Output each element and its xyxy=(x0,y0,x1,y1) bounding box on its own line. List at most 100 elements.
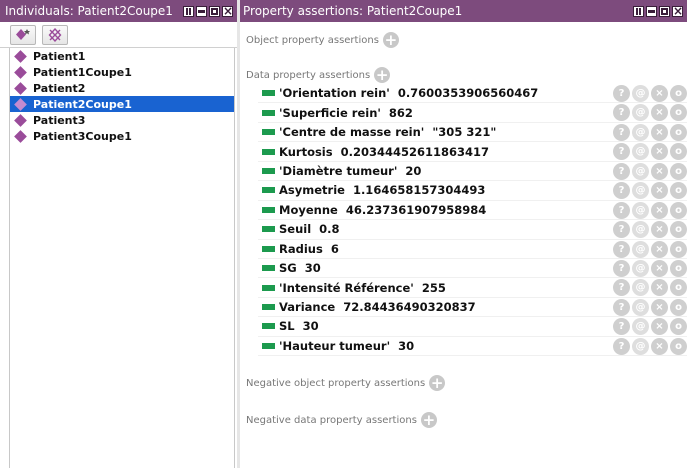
individual-item[interactable]: Patient2 xyxy=(10,80,234,96)
at-button[interactable]: @ xyxy=(632,143,649,161)
annotate-button[interactable]: ? xyxy=(613,279,630,297)
data-property-assertion-row[interactable]: Seuil 0.8? @ × o xyxy=(258,220,687,240)
delete-assertion-button[interactable]: × xyxy=(651,298,668,316)
at-button[interactable]: @ xyxy=(632,221,649,239)
at-button[interactable]: @ xyxy=(632,123,649,141)
individual-icon xyxy=(14,113,27,127)
at-button[interactable]: @ xyxy=(632,337,649,355)
options-button[interactable]: o xyxy=(670,298,687,316)
options-button[interactable]: o xyxy=(670,259,687,277)
data-property-assertion-row[interactable]: 'Orientation rein' 0.7600353906560467? @ ×… xyxy=(258,84,687,104)
annotate-button[interactable]: ? xyxy=(613,318,630,336)
individual-item[interactable]: Patient2Coupe1 xyxy=(10,96,234,112)
data-property-icon xyxy=(262,109,275,116)
delete-assertion-button[interactable]: × xyxy=(651,201,668,219)
data-property-icon xyxy=(262,245,275,252)
annotate-button[interactable]: ? xyxy=(613,162,630,180)
data-property-assertion-row[interactable]: Radius 6? @ × o xyxy=(258,240,687,259)
annotate-button[interactable]: ? xyxy=(613,143,630,161)
options-button[interactable]: o xyxy=(670,162,687,180)
add-negative-data-property-assertion-button[interactable]: + xyxy=(420,412,437,428)
data-property-assertion-row[interactable]: 'Centre de masse rein' "305 321"? @ × o xyxy=(258,123,687,143)
options-button[interactable]: o xyxy=(670,104,687,122)
add-individual-button[interactable] xyxy=(10,24,36,45)
maximize-icon[interactable] xyxy=(209,5,220,17)
add-data-property-assertion-button[interactable]: + xyxy=(374,67,391,83)
delete-assertion-button[interactable]: × xyxy=(651,240,668,258)
tile-icon[interactable] xyxy=(633,5,644,17)
data-property-assertion-row[interactable]: SL 30? @ × o xyxy=(258,317,687,337)
at-button[interactable]: @ xyxy=(632,85,649,102)
at-button[interactable]: @ xyxy=(632,259,649,277)
at-button[interactable]: @ xyxy=(632,240,649,258)
data-property-assertion-row[interactable]: Kurtosis 0.20344452611863417? @ × o xyxy=(258,142,687,162)
delete-assertion-button[interactable]: × xyxy=(651,143,668,161)
delete-assertion-button[interactable]: × xyxy=(651,85,668,102)
at-button[interactable]: @ xyxy=(632,279,649,297)
annotate-button[interactable]: ? xyxy=(613,298,630,316)
delete-assertion-button[interactable]: × xyxy=(651,104,668,122)
data-property-assertion-row[interactable]: Variance 72.84436490320837? @ × o xyxy=(258,298,687,318)
delete-assertion-button[interactable]: × xyxy=(651,221,668,239)
annotate-button[interactable]: ? xyxy=(613,240,630,258)
minimize-icon[interactable] xyxy=(646,5,657,17)
options-button[interactable]: o xyxy=(670,240,687,258)
annotate-button[interactable]: ? xyxy=(613,104,630,122)
data-property-icon xyxy=(262,129,275,136)
data-property-assertion-row[interactable]: 'Superficie rein' 862? @ × o xyxy=(258,103,687,123)
options-button[interactable]: o xyxy=(670,123,687,141)
options-button[interactable]: o xyxy=(670,279,687,297)
data-property-assertion-row[interactable]: SG 30? @ × o xyxy=(258,259,687,279)
data-property-assertion-row[interactable]: 'Hauteur tumeur' 30? @ × o xyxy=(258,337,687,357)
options-button[interactable]: o xyxy=(670,221,687,239)
delete-assertion-button[interactable]: × xyxy=(651,318,668,336)
options-button[interactable]: o xyxy=(670,318,687,336)
delete-assertion-button[interactable]: × xyxy=(651,162,668,180)
at-button[interactable]: @ xyxy=(632,182,649,200)
delete-assertion-button[interactable]: × xyxy=(651,337,668,355)
tile-icon[interactable] xyxy=(183,5,194,17)
annotate-button[interactable]: ? xyxy=(613,182,630,200)
close-icon[interactable] xyxy=(222,3,233,19)
individual-item[interactable]: Patient3Coupe1 xyxy=(10,128,234,144)
add-negative-object-property-assertion-button[interactable]: + xyxy=(429,375,446,391)
negative-data-property-assertions-section: Negative data property assertions + xyxy=(246,412,437,428)
options-button[interactable]: o xyxy=(670,85,687,102)
negative-data-property-assertions-label: Negative data property assertions xyxy=(246,414,417,426)
options-button[interactable]: o xyxy=(670,201,687,219)
data-property-assertion-row[interactable]: 'Diamètre tumeur' 20? @ × o xyxy=(258,162,687,182)
options-button[interactable]: o xyxy=(670,182,687,200)
delete-assertion-button[interactable]: × xyxy=(651,123,668,141)
delete-individual-button[interactable] xyxy=(42,24,68,45)
options-button[interactable]: o xyxy=(670,143,687,161)
add-object-property-assertion-button[interactable]: + xyxy=(382,32,399,48)
delete-assertion-button[interactable]: × xyxy=(651,259,668,277)
data-property-assertion-row[interactable]: Asymetrie 1.164658157304493? @ × o xyxy=(258,181,687,201)
data-property-assertion-row[interactable]: 'Intensité Référence' 255? @ × o xyxy=(258,278,687,298)
delete-assertion-button[interactable]: × xyxy=(651,182,668,200)
minimize-icon[interactable] xyxy=(196,5,207,17)
individual-item[interactable]: Patient1Coupe1 xyxy=(10,64,234,80)
data-property-icon xyxy=(262,265,275,272)
close-icon[interactable] xyxy=(672,3,683,19)
annotate-button[interactable]: ? xyxy=(613,85,630,102)
individual-item[interactable]: Patient3 xyxy=(10,112,234,128)
maximize-icon[interactable] xyxy=(659,5,670,17)
data-property-icon xyxy=(262,187,275,194)
individual-icon xyxy=(14,65,27,79)
annotate-button[interactable]: ? xyxy=(613,259,630,277)
at-button[interactable]: @ xyxy=(632,162,649,180)
individual-item[interactable]: Patient1 xyxy=(10,48,234,64)
options-button[interactable]: o xyxy=(670,337,687,355)
annotate-button[interactable]: ? xyxy=(613,123,630,141)
at-button[interactable]: @ xyxy=(632,104,649,122)
at-button[interactable]: @ xyxy=(632,201,649,219)
data-property-icon xyxy=(262,226,275,233)
at-button[interactable]: @ xyxy=(632,318,649,336)
annotate-button[interactable]: ? xyxy=(613,221,630,239)
delete-assertion-button[interactable]: × xyxy=(651,279,668,297)
at-button[interactable]: @ xyxy=(632,298,649,316)
annotate-button[interactable]: ? xyxy=(613,201,630,219)
annotate-button[interactable]: ? xyxy=(613,337,630,355)
data-property-assertion-row[interactable]: Moyenne 46.237361907958984? @ × o xyxy=(258,201,687,221)
